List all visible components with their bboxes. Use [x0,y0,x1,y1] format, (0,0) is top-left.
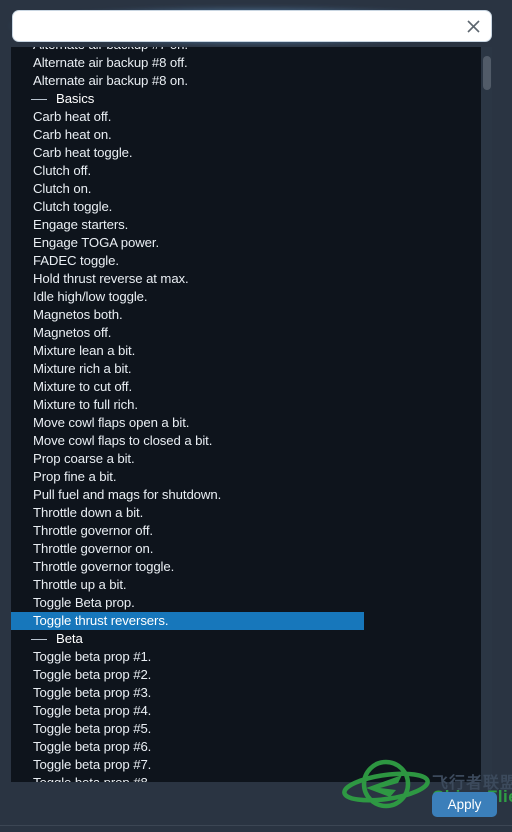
group-collapse-dash-icon[interactable] [31,98,47,100]
command-list: Alternate air backup #7 on.Alternate air… [11,47,481,782]
command-list-item[interactable]: Idle high/low toggle. [11,288,481,306]
command-list-item[interactable]: Toggle beta prop #8. [11,774,481,782]
command-list-item[interactable]: Alternate air backup #8 on. [11,72,481,90]
apply-button[interactable]: Apply [432,792,497,817]
command-list-item[interactable]: Mixture rich a bit. [11,360,481,378]
command-list-item[interactable]: Engage TOGA power. [11,234,481,252]
command-list-item[interactable]: Toggle beta prop #1. [11,648,481,666]
command-list-item[interactable]: Throttle governor on. [11,540,481,558]
command-list-item[interactable]: Toggle beta prop #4. [11,702,481,720]
command-list-item[interactable]: Throttle governor toggle. [11,558,481,576]
command-list-item[interactable]: Throttle up a bit. [11,576,481,594]
command-list-item[interactable]: Clutch off. [11,162,481,180]
command-list-item[interactable]: Toggle beta prop #6. [11,738,481,756]
command-list-item[interactable]: Clutch toggle. [11,198,481,216]
command-list-item[interactable]: Throttle governor off. [11,522,481,540]
command-list-item[interactable]: FADEC toggle. [11,252,481,270]
command-list-item[interactable]: Carb heat on. [11,126,481,144]
command-list-item[interactable]: Toggle Beta prop. [11,594,481,612]
group-collapse-dash-icon[interactable] [31,638,47,640]
vertical-scrollbar[interactable] [481,47,492,782]
command-list-item[interactable]: Mixture to cut off. [11,378,481,396]
command-group-header[interactable]: Beta [11,630,481,648]
search-field[interactable] [12,10,492,42]
command-list-item[interactable]: Move cowl flaps open a bit. [11,414,481,432]
command-list-item[interactable]: Magnetos both. [11,306,481,324]
command-list-item[interactable]: Toggle beta prop #5. [11,720,481,738]
command-list-item[interactable]: Toggle beta prop #3. [11,684,481,702]
command-list-item[interactable]: Clutch on. [11,180,481,198]
close-icon[interactable] [461,14,485,38]
command-list-item[interactable]: Toggle beta prop #7. [11,756,481,774]
command-list-item[interactable]: Hold thrust reverse at max. [11,270,481,288]
command-list-item[interactable]: Move cowl flaps to closed a bit. [11,432,481,450]
command-list-item[interactable]: Alternate air backup #7 on. [11,47,481,54]
command-list-item[interactable]: Throttle down a bit. [11,504,481,522]
command-list-item[interactable]: Carb heat off. [11,108,481,126]
command-list-item[interactable]: Alternate air backup #8 off. [11,54,481,72]
command-list-item[interactable]: Prop coarse a bit. [11,450,481,468]
keybinding-command-picker: Alternate air backup #7 on.Alternate air… [0,0,512,832]
command-list-item[interactable]: Mixture to full rich. [11,396,481,414]
search-input[interactable] [23,13,461,39]
bottom-divider [0,825,512,826]
command-list-item[interactable]: Engage starters. [11,216,481,234]
command-list-item[interactable]: Pull fuel and mags for shutdown. [11,486,481,504]
command-list-item[interactable]: Mixture lean a bit. [11,342,481,360]
scrollbar-thumb[interactable] [483,56,491,90]
command-list-item[interactable]: Prop fine a bit. [11,468,481,486]
command-list-item-selected[interactable]: Toggle thrust reversers. [11,612,364,630]
command-list-item[interactable]: Carb heat toggle. [11,144,481,162]
command-group-label: Beta [56,631,83,646]
command-list-scroll-area: Alternate air backup #7 on.Alternate air… [11,47,481,782]
command-group-header[interactable]: Basics [11,90,481,108]
command-list-item[interactable]: Magnetos off. [11,324,481,342]
search-bar [8,6,496,46]
command-list-panel: Alternate air backup #7 on.Alternate air… [11,47,492,782]
command-list-item[interactable]: Toggle beta prop #2. [11,666,481,684]
command-group-label: Basics [56,91,95,106]
